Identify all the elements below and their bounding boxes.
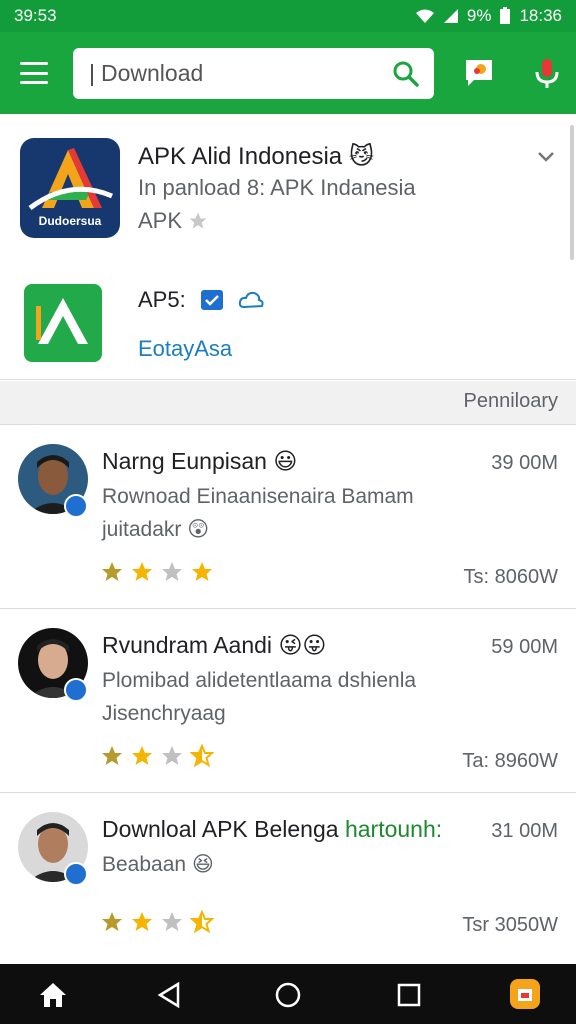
battery-percent: 9% (466, 6, 492, 25)
emoji-icon: 😲 (187, 518, 210, 541)
item-description: Beabaan 😆 (102, 853, 214, 876)
microphone-icon[interactable] (530, 56, 564, 90)
verified-badge-icon (64, 678, 88, 702)
check-icon (200, 290, 223, 310)
item-size: 31 00M (491, 820, 558, 842)
feedback-icon[interactable] (462, 56, 496, 90)
item-size: 39 00M (491, 452, 558, 474)
signal-icon (443, 9, 458, 23)
emoji-icon: 😜😛 (278, 632, 327, 658)
featured-title[interactable]: APK Alid Indonesia 😼 (138, 142, 374, 171)
search-box[interactable]: | (73, 48, 434, 99)
rating-stars (100, 910, 214, 934)
emoji-icon: 😃 (273, 448, 298, 474)
item-name: Rvundram Aandi 😜😛 (102, 632, 327, 658)
list-item[interactable]: Narng Eunpisan 😃 Rownoad Einaanisenaira … (0, 426, 576, 609)
star-icon (102, 562, 122, 581)
star-icon (132, 562, 152, 581)
secondary-app-link[interactable]: EotayAsa (138, 336, 232, 362)
back-icon[interactable] (154, 980, 184, 1010)
item-name: Downloal APK Belenga hartounh: (102, 816, 443, 842)
list-item[interactable]: Downloal APK Belenga hartounh: Beabaan 😆… (0, 794, 576, 964)
status-time-left: 39:53 (14, 6, 57, 25)
star-icon (192, 562, 212, 581)
emoji-icon: 😆 (191, 853, 214, 876)
search-input[interactable] (100, 60, 361, 87)
item-download-count: Ts: 8060W (463, 566, 558, 588)
store-app-icon[interactable] (508, 977, 542, 1011)
menu-icon[interactable] (20, 62, 48, 84)
star-icon (189, 212, 207, 229)
chevron-down-icon[interactable] (536, 146, 556, 166)
cloud-icon (238, 291, 264, 309)
featured-subtitle: In panload 8: APK Indanesia (138, 175, 416, 200)
battery-icon (500, 7, 511, 24)
item-download-count: Tsr 3050W (462, 914, 558, 936)
star-half-icon (190, 910, 214, 934)
star-icon (162, 746, 182, 765)
secondary-app-label: AP5: (138, 287, 264, 313)
logo-caption: Dudoersua (38, 214, 102, 228)
rating-stars (100, 744, 214, 768)
status-icons: 9% 18:36 (415, 6, 562, 26)
star-icon (102, 912, 122, 931)
star-icon (102, 746, 122, 765)
status-time-right: 18:36 (519, 6, 562, 25)
item-download-count: Ta: 8960W (462, 750, 558, 772)
secondary-app-logo[interactable] (24, 284, 102, 362)
verified-badge-icon (64, 862, 88, 886)
section-label[interactable]: Penniloary (463, 390, 558, 413)
search-icon[interactable] (392, 60, 420, 88)
a-letter-icon (36, 298, 88, 344)
item-name: Narng Eunpisan 😃 (102, 448, 298, 474)
navigation-bar (0, 964, 576, 1024)
emoji-icon: 😼 (348, 143, 374, 170)
star-icon (132, 912, 152, 931)
apk-logo: Dudoersua (20, 138, 120, 238)
home-circle-icon[interactable] (273, 980, 303, 1010)
star-half-icon (190, 744, 214, 768)
scrollbar[interactable] (570, 125, 574, 260)
list-item[interactable]: Rvundram Aandi 😜😛 Plomibad alidetentlaam… (0, 610, 576, 793)
section-header: Penniloary (0, 381, 576, 425)
recents-icon[interactable] (394, 980, 424, 1010)
star-icon (162, 912, 182, 931)
home-icon[interactable] (38, 980, 68, 1010)
item-description: Rownoad Einaanisenaira Bamam juitadakr 😲 (102, 485, 414, 541)
featured-meta: APK (138, 208, 208, 234)
item-size: 59 00M (491, 636, 558, 658)
star-icon (132, 746, 152, 765)
status-bar: 39:53 9% 18:36 (0, 0, 576, 32)
verified-badge-icon (64, 494, 88, 518)
item-description: Plomibad alidetentlaama dshienla Jisench… (102, 669, 417, 725)
wifi-icon (415, 9, 434, 23)
rating-stars (100, 560, 214, 584)
app-bar: | (0, 32, 576, 114)
star-icon (162, 562, 182, 581)
